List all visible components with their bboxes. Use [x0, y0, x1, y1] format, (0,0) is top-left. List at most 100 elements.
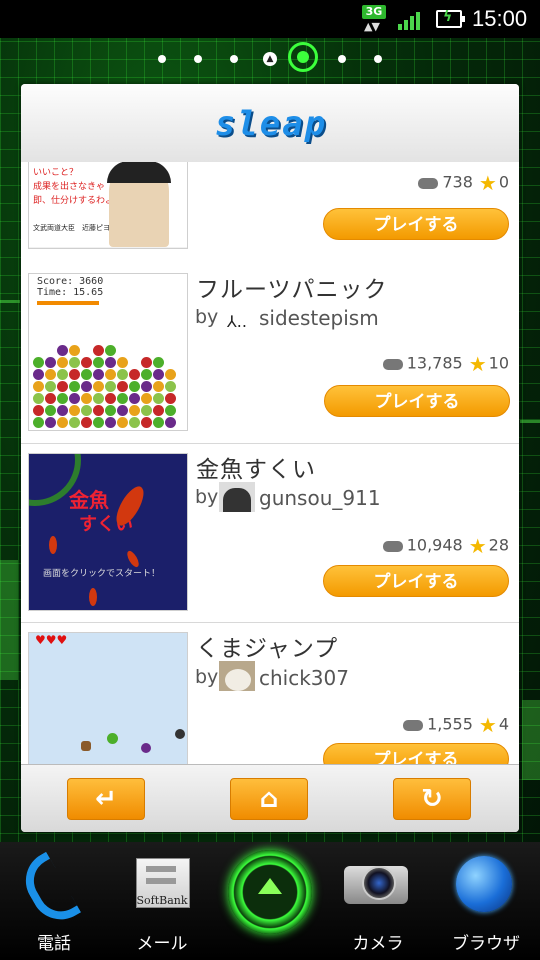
game-title[interactable]: くまジャンプ: [196, 629, 338, 663]
home-button[interactable]: ⌂: [230, 778, 308, 820]
fruit-sprite: [129, 405, 140, 416]
game-row[interactable]: Score: 3660 Time: 15.65 フルーツパニック by ⅄.. …: [21, 264, 519, 444]
author-avatar[interactable]: [219, 661, 255, 691]
fruit-sprite: [117, 417, 128, 428]
goldfish: [89, 588, 97, 606]
fruit-sprite: [57, 393, 68, 404]
mail-badge: SoftBank: [136, 894, 188, 907]
play-count: 738: [442, 172, 473, 192]
page-dot[interactable]: [338, 55, 346, 63]
fruit-sprite: [129, 393, 140, 404]
fruit-sprite: [33, 405, 44, 416]
game-row[interactable]: 金魚 すくい 画面をクリックでスタート！ 金魚すくい by gunsou_911…: [21, 444, 519, 623]
back-button[interactable]: ↵: [67, 778, 145, 820]
game-stats: 1,555 ★ 4: [403, 713, 509, 737]
dock-label: カメラ: [352, 934, 404, 954]
star-icon: ★: [478, 171, 497, 195]
star-icon: ★: [478, 713, 497, 737]
game-stats: 13,785 ★ 10: [382, 352, 509, 376]
fruit-sprite: [93, 369, 104, 380]
page-dot[interactable]: [158, 55, 166, 63]
fruit-sprite: [105, 381, 116, 392]
thumb-text: ♥♥♥: [35, 633, 68, 647]
page-dot[interactable]: [230, 55, 238, 63]
dock-label: ブラウザ: [452, 934, 520, 954]
dock-camera[interactable]: カメラ: [328, 842, 428, 960]
author-name[interactable]: sidestepism: [259, 306, 379, 330]
game-thumbnail[interactable]: 金魚 すくい 画面をクリックでスタート！: [28, 453, 188, 611]
dock-phone[interactable]: 電話: [4, 842, 104, 960]
ball-sprite: [175, 729, 185, 739]
status-bar: 3G ▲▼ ϟ 15:00: [0, 0, 540, 38]
fruit-sprite: [153, 369, 164, 380]
author-name[interactable]: chick307: [259, 666, 349, 690]
play-button[interactable]: プレイする: [323, 565, 509, 597]
fruit-sprite: [153, 357, 164, 368]
fruit-sprite: [93, 357, 104, 368]
bear-sprite: [81, 741, 91, 751]
page-dot[interactable]: [374, 55, 382, 63]
thumb-text: Time: 15.65: [37, 287, 104, 298]
author-avatar[interactable]: ⅄..: [219, 306, 255, 336]
home-page-dot-icon[interactable]: ▲: [263, 52, 277, 66]
fruit-sprite: [153, 405, 164, 416]
game-row[interactable]: いいこと？ 成果を出さなきゃ 即、仕分けするわよ！ 文武両道大臣 近藤ピヨチ 7…: [21, 162, 519, 265]
clock: 15:00: [472, 6, 528, 31]
fruit-sprite: [57, 417, 68, 428]
fruit-sprite: [165, 405, 176, 416]
globe-icon: [456, 856, 512, 912]
game-thumbnail[interactable]: Score: 3660 Time: 15.65: [28, 273, 188, 431]
play-button[interactable]: プレイする: [323, 743, 509, 764]
gamepad-icon: [418, 177, 439, 189]
page-indicator: ▲: [150, 42, 390, 72]
fruit-sprite: [57, 345, 68, 356]
fruit-sprite: [33, 357, 44, 368]
page-dot[interactable]: [194, 55, 202, 63]
fruit-sprite: [141, 381, 152, 392]
thumb-text: 文武両道大臣 近藤ピヨチ: [33, 224, 117, 232]
fruit-sprite: [69, 381, 80, 392]
fruit-sprite: [45, 381, 56, 392]
star-count: 10: [488, 353, 509, 373]
fruit-sprite: [57, 405, 68, 416]
game-row[interactable]: ♥♥♥ くまジャンプ by chick307 1,555 ★ 4 プレイする: [21, 623, 519, 764]
play-button[interactable]: プレイする: [323, 208, 509, 240]
dock-label: メール: [136, 934, 188, 954]
gamepad-icon: [382, 540, 403, 552]
gamepad-icon: [403, 719, 424, 731]
by-label: by: [195, 306, 219, 328]
fruit-sprite: [81, 357, 92, 368]
widget-toolbar: ↵ ⌂ ↻: [21, 764, 519, 832]
thumb-text: 画面をクリックでスタート！: [43, 569, 161, 579]
author-avatar[interactable]: [219, 482, 255, 512]
game-thumbnail[interactable]: いいこと？ 成果を出さなきゃ 即、仕分けするわよ！ 文武両道大臣 近藤ピヨチ: [28, 162, 188, 249]
fruit-sprite: [57, 369, 68, 380]
star-count: 28: [488, 535, 509, 555]
up-arrow-icon: [258, 878, 282, 894]
fruit-sprite: [57, 357, 68, 368]
fruit-sprite: [93, 393, 104, 404]
camera-lens: [362, 866, 396, 900]
game-title[interactable]: 金魚すくい: [196, 450, 316, 484]
game-thumbnail[interactable]: ♥♥♥: [28, 632, 188, 764]
author-name[interactable]: gunsou_911: [259, 486, 381, 510]
dock-browser[interactable]: ブラウザ: [436, 842, 536, 960]
play-button[interactable]: プレイする: [324, 385, 510, 417]
fruit-sprite: [141, 393, 152, 404]
fruit-sprite: [93, 381, 104, 392]
dock-mail[interactable]: SoftBank メール: [112, 842, 212, 960]
game-title[interactable]: フルーツパニック: [196, 270, 388, 304]
fruit-sprite: [129, 369, 140, 380]
widget-header: sleap: [21, 84, 519, 163]
game-list[interactable]: いいこと？ 成果を出さなきゃ 即、仕分けするわよ！ 文武両道大臣 近藤ピヨチ 7…: [21, 162, 519, 764]
mail-icon-lines: [146, 866, 176, 872]
fruit-sprite: [33, 369, 44, 380]
home-icon: ⌂: [259, 784, 279, 814]
fruit-sprite: [69, 345, 80, 356]
by-label: by: [195, 486, 219, 508]
star-count: 0: [498, 172, 509, 192]
fruit-sprite: [81, 393, 92, 404]
fruit-sprite: [33, 417, 44, 428]
refresh-button[interactable]: ↻: [393, 778, 471, 820]
app-drawer-button[interactable]: [228, 850, 312, 934]
